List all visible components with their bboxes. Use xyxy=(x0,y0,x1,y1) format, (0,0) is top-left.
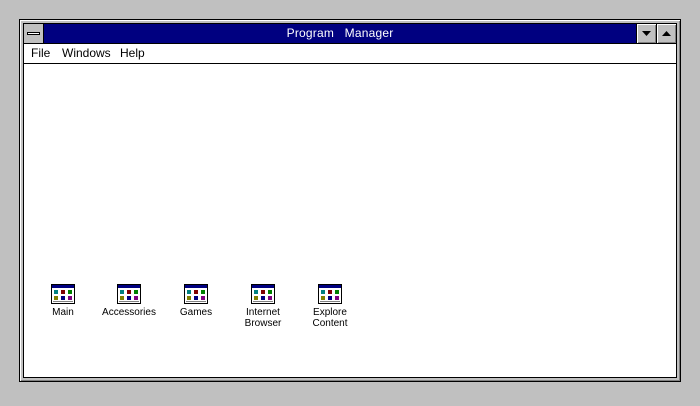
menu-file[interactable]: File xyxy=(31,44,50,63)
program-group-icon xyxy=(251,284,275,304)
system-menu-button[interactable] xyxy=(24,24,44,43)
maximize-arrow-icon xyxy=(662,31,671,36)
program-group-icon xyxy=(117,284,141,304)
program-manager-window[interactable]: Program Manager File Windows Help Main A… xyxy=(19,19,681,382)
maximize-button[interactable] xyxy=(656,24,676,43)
group-games[interactable]: Games xyxy=(159,284,233,334)
menu-help[interactable]: Help xyxy=(120,44,145,63)
window-client: Program Manager File Windows Help Main A… xyxy=(23,23,677,378)
group-label: Main xyxy=(52,307,74,318)
group-label: Accessories xyxy=(102,307,156,318)
program-group-icon xyxy=(51,284,75,304)
group-accessories[interactable]: Accessories xyxy=(92,284,166,334)
window-title: Program Manager xyxy=(286,26,394,40)
program-group-icon xyxy=(184,284,208,304)
group-explore-content[interactable]: Explore Content xyxy=(293,284,367,334)
group-label: Games xyxy=(179,307,213,318)
minimize-arrow-icon xyxy=(642,31,651,36)
group-label: Internet Browser xyxy=(244,307,282,329)
menu-bar: File Windows Help xyxy=(24,44,676,64)
group-main[interactable]: Main xyxy=(26,284,100,334)
group-internet-browser[interactable]: Internet Browser xyxy=(226,284,300,334)
title-bar[interactable]: Program Manager xyxy=(24,24,676,44)
group-label: Explore Content xyxy=(312,307,348,329)
menu-windows[interactable]: Windows xyxy=(62,44,111,63)
system-menu-icon xyxy=(27,32,40,35)
program-group-icon xyxy=(318,284,342,304)
minimize-button[interactable] xyxy=(636,24,656,43)
